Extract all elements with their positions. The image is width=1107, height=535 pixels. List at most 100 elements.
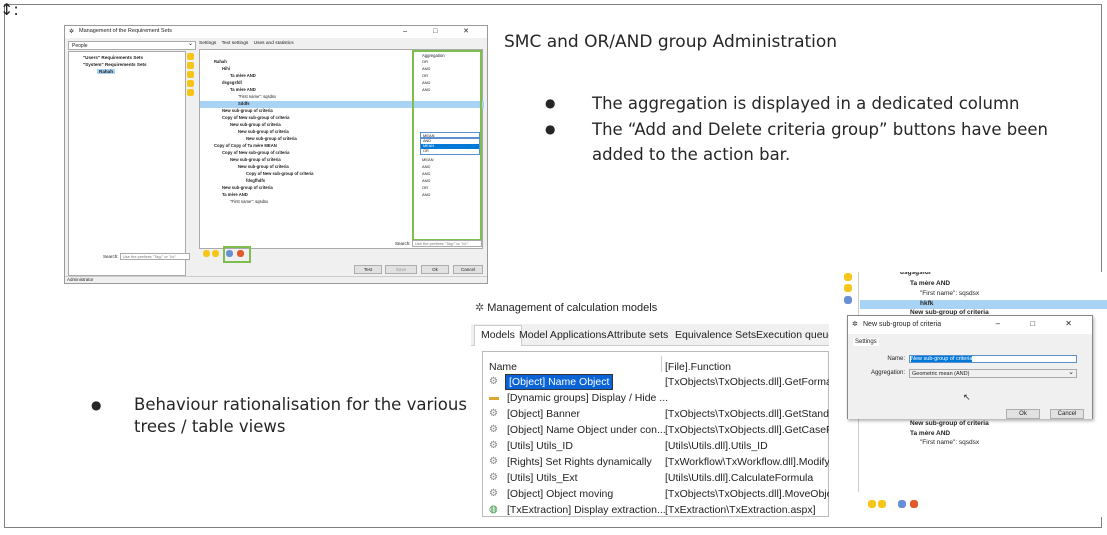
criteria-dialog-screenshot: dsgsgsfdl Ta mère AND "First name": sqsd… (838, 272, 1107, 517)
tab-text-settings[interactable]: Text settings (222, 41, 249, 46)
tab-models[interactable]: Models (474, 325, 522, 346)
new-subgroup-dialog: ✲ New sub-group of criteria – □ ✕ Settin… (847, 315, 1093, 419)
edit-criteria-icon[interactable] (878, 500, 886, 508)
side-toolbar (186, 51, 196, 98)
people-combo[interactable]: People (68, 40, 196, 50)
left-search-input[interactable] (119, 253, 190, 260)
right-search-input[interactable] (411, 240, 482, 247)
dialog-window-buttons[interactable]: – □ ✕ (996, 319, 1086, 328)
add-group-icon[interactable] (898, 500, 906, 508)
gears-icon: ⚙ (489, 488, 498, 499)
edit-criteria-icon[interactable] (212, 250, 219, 257)
calculation-models-window: ✲ Management of calculation models Models… (471, 297, 829, 517)
name-label: Name: (887, 356, 905, 362)
table-row[interactable]: ⚙ [Object] Banner [TxObjects\TxObjects.dll… (483, 407, 829, 423)
aggregation-select[interactable]: Geometric mean (AND) (909, 368, 1077, 378)
table-row[interactable]: ⚙ [Object] Object moving [TxObjects\TxObje… (483, 487, 829, 503)
bullet-behaviour: Behaviour rationalisation for the variou… (91, 394, 471, 438)
add-icon[interactable] (844, 273, 852, 281)
gears-icon: ⚙ (489, 424, 498, 435)
dialog-title: New sub-group of criteria (863, 321, 942, 328)
add-criteria-icon[interactable] (203, 250, 210, 257)
gears-icon: ⚙ (489, 440, 498, 451)
tab-model-applications[interactable]: Model Applications (519, 329, 607, 341)
name-input[interactable]: New sub-group of criteria (909, 355, 1077, 363)
copy-icon[interactable] (187, 80, 194, 87)
tab-execution-queue[interactable]: Execution queue (756, 329, 829, 341)
bullet-aggregation: The aggregation is displayed in a dedica… (545, 91, 1100, 117)
left-search: Search: (103, 253, 190, 260)
window-title: Management of the Requirement Sets (79, 28, 172, 34)
ok-button[interactable]: Ok (1006, 409, 1040, 419)
tree-node-selected[interactable]: hkfk (920, 300, 933, 307)
group-icon[interactable] (844, 296, 852, 304)
tab-settings[interactable]: Settings (853, 338, 879, 346)
tab-settings[interactable]: Settings (199, 41, 216, 46)
tree-node[interactable]: dsgsgsfdl (900, 272, 931, 276)
selected-row[interactable] (860, 300, 1107, 309)
slide-title: SMC and OR/AND group Administration (504, 32, 838, 52)
models-table[interactable]: Name [File].Function ⚙ [Object] Name Obje… (482, 351, 829, 517)
window-title: ✲ Management of calculation models (475, 301, 657, 314)
column-name[interactable]: Name (489, 361, 517, 373)
name-edit-field: [Object] Name Object (505, 375, 613, 389)
tree-node[interactable]: "First name": sqsdsx (920, 290, 979, 297)
edit-icon[interactable] (844, 284, 852, 292)
table-row[interactable]: ⚙ [Object] Name Object under con... [TxObj… (483, 423, 829, 439)
tag-icon[interactable] (187, 89, 194, 96)
search-label: Search: (395, 241, 411, 246)
requirement-sets-tree[interactable]: "Users" Requirements Sets "System" Requi… (68, 51, 186, 276)
globe-icon: ◍ (489, 504, 498, 515)
cancel-button[interactable]: Cancel (1050, 409, 1084, 419)
table-row[interactable]: ⚙ [Utils] Utils_Ext [Utils\Utils.dll].Calc… (483, 471, 829, 487)
table-row[interactable]: ▬ [Dynamic groups] Display / Hide ... (483, 391, 829, 407)
requirement-sets-window: ✲ Management of the Requirement Sets – □… (64, 25, 488, 284)
criteria-tree[interactable]: Aggregation Rahah OR Hihi AND Ta mère AND O… (199, 49, 484, 249)
dialog-body: Settings Name: New sub-group of criteria… (848, 334, 1092, 419)
table-row[interactable]: ⚙ [Utils] Utils_ID [Utils\Utils.dll].Utils… (483, 439, 829, 455)
cancel-button[interactable]: Cancel (453, 265, 483, 274)
table-row[interactable]: ⚙ [Object] Name Object [TxObjects\TxObject… (483, 375, 829, 391)
tab-equivalence-sets[interactable]: Equivalence Sets (675, 329, 756, 341)
table-row[interactable]: ⚙ [Rights] Set Rights dynamically [TxWorkf… (483, 455, 829, 471)
table-row[interactable]: ◍ [TxExtraction] Display extraction... [Tx… (483, 503, 829, 517)
tab-uses-statistics[interactable]: Uses and statistics (254, 41, 294, 46)
mouse-cursor-icon: ↖ (963, 392, 971, 402)
delete-icon[interactable] (187, 71, 194, 78)
scroll-marker[interactable]: ↕: (0, 0, 19, 19)
add-criteria-icon[interactable] (868, 500, 876, 508)
save-button[interactable]: Save (385, 265, 417, 274)
column-separator[interactable] (661, 356, 662, 372)
gears-icon: ⚙ (489, 472, 498, 483)
tools-icon: ✲ (475, 302, 485, 314)
tree-node-rahah[interactable]: Rahah (97, 69, 116, 74)
bullet-list: The aggregation is displayed in a dedica… (545, 91, 1100, 168)
search-label: Search: (103, 254, 119, 259)
window-buttons[interactable]: – □ ✕ (403, 27, 481, 35)
delete-group-icon[interactable] (910, 500, 918, 508)
tools-icon: ✲ (852, 321, 858, 328)
folder-icon: ▬ (489, 392, 499, 403)
tree-node-users[interactable]: "Users" Requirements Sets (83, 55, 143, 60)
column-function[interactable]: [File].Function (665, 361, 731, 373)
right-search: Search: (395, 240, 482, 247)
status-bar: Administrator (65, 276, 487, 283)
aggregation-label: Aggregation: (870, 370, 905, 376)
name-value: New sub-group of criteria (911, 356, 973, 362)
tree-node-system[interactable]: "System" Requirements Sets (83, 62, 147, 67)
ok-button[interactable]: Ok (421, 265, 449, 274)
window-title-text: Management of calculation models (487, 302, 658, 314)
edit-icon[interactable] (187, 62, 194, 69)
tab-attribute-sets[interactable]: Attribute sets (607, 329, 668, 341)
tree-node[interactable]: Ta mère AND (910, 280, 950, 287)
gears-icon: ⚙ (489, 376, 498, 387)
models-tabs: Models Model Applications Attribute sets… (471, 324, 829, 346)
tree-node[interactable]: Ta mère AND (910, 430, 950, 437)
test-button[interactable]: Test (354, 265, 382, 274)
gears-icon: ⚙ (489, 408, 498, 419)
tree-node[interactable]: "First name": sqsdsx (920, 439, 979, 446)
add-icon[interactable] (187, 53, 194, 60)
bullet-action-bar: The “Add and Delete criteria group” butt… (545, 117, 1100, 168)
tree-node[interactable]: New sub-group of criteria (910, 420, 989, 427)
window-titlebar: ✲ Management of the Requirement Sets – □… (65, 26, 487, 38)
